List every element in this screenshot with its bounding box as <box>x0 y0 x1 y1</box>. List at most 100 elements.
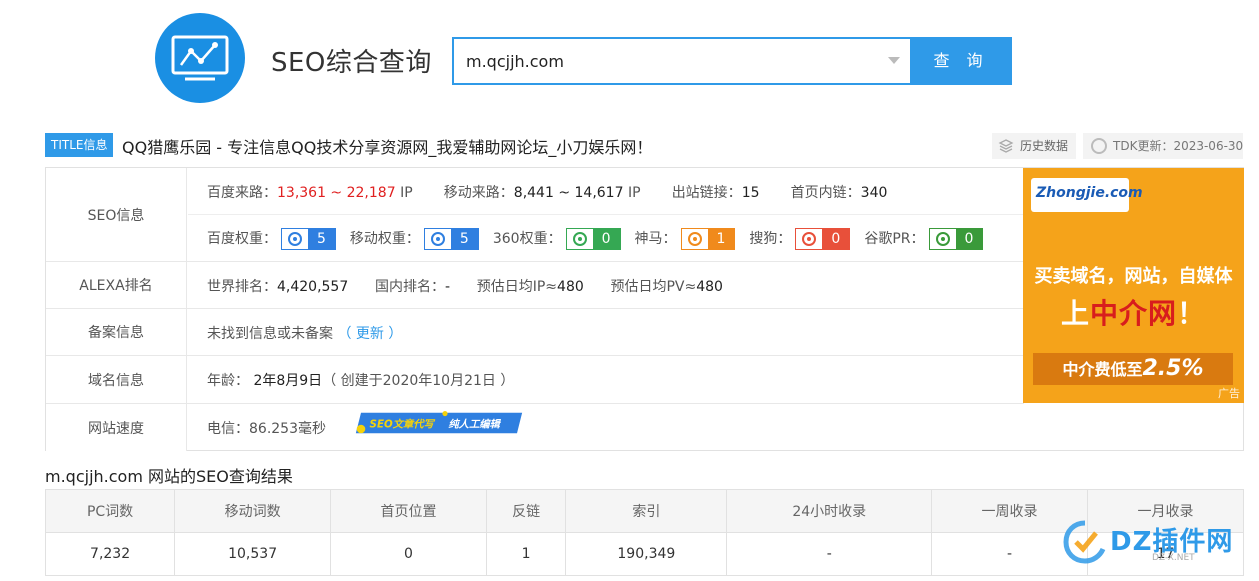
rank-value: 0 <box>822 229 850 249</box>
layers-icon <box>998 139 1014 153</box>
history-data-button[interactable]: 历史数据 <box>992 133 1076 159</box>
ad-logo-text: Zhongjie.com <box>1036 185 1143 201</box>
results-header-cell: 反链 <box>485 489 567 533</box>
dz-watermark-sub: DZ-X.NET <box>1152 553 1195 563</box>
results-value-cell[interactable]: 10,537 <box>174 532 332 576</box>
site-title: SEO综合查询 <box>271 48 432 78</box>
rank-value: 0 <box>592 229 620 249</box>
mobile-traffic-value: 8,441 ~ 14,617 <box>513 185 624 201</box>
domain-content: 年龄： 2年8月9日（ 创建于2020年10月21日 ） <box>207 370 514 390</box>
results-header-cell: PC词数 <box>44 489 176 533</box>
rank-label: 搜狗： <box>749 231 792 247</box>
speed-content: 电信：86.253毫秒 <box>207 418 326 438</box>
ad-logo: Zhongjie.com <box>1031 178 1143 212</box>
search-button[interactable]: 查 询 <box>910 37 1012 85</box>
rank-badge[interactable]: 0 <box>795 228 851 250</box>
search-input[interactable] <box>454 39 854 83</box>
rank-label: 移动权重： <box>349 231 420 247</box>
results-value-cell[interactable]: 190,349 <box>565 532 728 576</box>
tdk-update-button[interactable]: TDK更新：2023-06-30 <box>1083 133 1243 159</box>
baidu-traffic-unit: IP <box>400 185 413 201</box>
ad-line-2b: 中介网 <box>1089 297 1177 330</box>
icp-content: 未找到信息或未备案 （ 更新 ） <box>207 323 402 343</box>
alexa-content: 世界排名：4,420,557 国内排名：- 预估日均IP≈480 预估日均PV≈… <box>207 276 723 296</box>
paw-icon <box>425 229 451 249</box>
traffic-line: 百度来路：13,361 ~ 22,187 IP 移动来路：8,441 ~ 14,… <box>207 182 887 202</box>
sogou-icon <box>796 229 822 249</box>
rank-label: 360权重： <box>492 231 562 247</box>
inbound-label: 首页内链： <box>790 185 861 201</box>
history-data-label: 历史数据 <box>1020 139 1069 153</box>
inbound-value[interactable]: 340 <box>861 185 888 201</box>
rank-line: 百度权重： 5 移动权重： 5 360权重： 0 神马： 1 搜狗： 0 谷歌PR： 0 <box>207 228 997 250</box>
zhongjie-ad[interactable]: Zhongjie.com 买卖域名，网站，自媒体 上中介网！ 中介费低至2.5%… <box>1023 168 1244 403</box>
rank-badge[interactable]: 5 <box>423 228 479 250</box>
world-rank-value: 4,420,557 <box>277 279 349 295</box>
speed-text: 电信：86.253毫秒 <box>207 421 326 437</box>
rank-badge[interactable]: 5 <box>281 228 336 250</box>
daily-pv-value: 480 <box>696 279 723 295</box>
rank-label: 神马： <box>634 231 677 247</box>
ad-line-2a: 上 <box>1060 297 1090 330</box>
mobile-traffic-label: 移动来路： <box>443 185 514 201</box>
chart-monitor-icon <box>171 35 229 81</box>
site-logo[interactable] <box>155 13 245 103</box>
seo-info-row: SEO信息 百度来路：13,361 ~ 22,187 IP 移动来路：8,441… <box>46 168 1024 262</box>
domain-label: 域名信息 <box>46 356 187 403</box>
seo-info-label: SEO信息 <box>46 168 187 261</box>
ad-tag: 广告 <box>1218 387 1240 400</box>
rank-badge[interactable]: 0 <box>565 228 621 250</box>
rank-badge[interactable]: 1 <box>680 228 736 250</box>
daily-ip-label: 预估日均IP≈ <box>476 279 558 295</box>
page-title-text: QQ猎鹰乐园 - 专注信息QQ技术分享资源网_我爱辅助网论坛_小刀娱乐网！ <box>122 138 653 157</box>
results-value-cell[interactable]: 0 <box>330 532 487 576</box>
baidu-traffic-value: 13,361 ~ 22,187 <box>277 185 396 201</box>
ad-line-3: 中介费低至2.5% <box>1033 353 1233 385</box>
tdk-update-label: TDK更新：2023-06-30 <box>1113 139 1244 153</box>
icp-text: 未找到信息或未备案 <box>207 326 333 342</box>
outbound-label: 出站链接： <box>671 185 742 201</box>
shenma-icon <box>682 229 708 249</box>
ad-line-3a: 中介费低至 <box>1062 360 1143 379</box>
ad-line-2c: ！ <box>1177 297 1207 330</box>
domain-age-value: 2年8月9日 <box>253 373 323 389</box>
banner-text-a: SEO文章代写 <box>370 417 436 430</box>
results-title: m.qcjjh.com 网站的SEO查询结果 <box>45 467 293 486</box>
outbound-value[interactable]: 15 <box>742 185 760 201</box>
results-value-cell[interactable]: - <box>726 532 933 576</box>
search-box[interactable] <box>452 37 910 85</box>
speed-label: 网站速度 <box>46 404 187 451</box>
results-value-cell[interactable]: 1 <box>485 532 567 576</box>
daily-pv-label: 预估日均PV≈ <box>610 279 697 295</box>
ad-line-2: 上中介网！ <box>1023 292 1244 332</box>
dropdown-caret-icon[interactable] <box>888 57 900 64</box>
icp-label: 备案信息 <box>46 309 187 355</box>
alexa-row: ALEXA排名 世界排名：4,420,557 国内排名：- 预估日均IP≈480… <box>46 262 1024 309</box>
results-header-cell: 移动词数 <box>174 489 332 533</box>
domain-age-label: 年龄： <box>207 373 249 389</box>
results-value-cell[interactable]: 7,232 <box>44 532 176 576</box>
refresh-icon <box>1091 138 1107 154</box>
baidu-traffic-label: 百度来路： <box>207 185 277 201</box>
360-icon <box>567 229 593 249</box>
speed-row: 网站速度 电信：86.253毫秒 SEO文章代写 纯人工编辑 <box>46 404 1243 451</box>
results-header-cell: 首页位置 <box>330 489 487 533</box>
rank-value: 5 <box>450 229 478 249</box>
results-header-cell: 24小时收录 <box>726 489 933 533</box>
rank-value: 5 <box>308 229 335 249</box>
rank-value: 0 <box>955 229 983 249</box>
mobile-traffic-unit: IP <box>627 185 641 201</box>
domestic-rank-value: - <box>444 279 451 295</box>
domain-row: 域名信息 年龄： 2年8月9日（ 创建于2020年10月21日 ） <box>46 356 1024 404</box>
paw-icon <box>282 229 308 249</box>
title-badge: TITLE信息 <box>45 133 114 157</box>
rank-badge[interactable]: 0 <box>928 228 984 250</box>
row-divider <box>188 214 1024 215</box>
rank-value: 1 <box>707 229 735 249</box>
rank-label: 百度权重： <box>207 231 277 247</box>
world-rank-label: 世界排名： <box>207 279 277 295</box>
ad-line-1: 买卖域名，网站，自媒体 <box>1034 266 1233 287</box>
icp-update-link[interactable]: （ 更新 ） <box>337 326 402 342</box>
seo-writing-banner[interactable]: SEO文章代写 纯人工编辑 <box>344 411 534 435</box>
google-plus-icon <box>930 229 956 249</box>
